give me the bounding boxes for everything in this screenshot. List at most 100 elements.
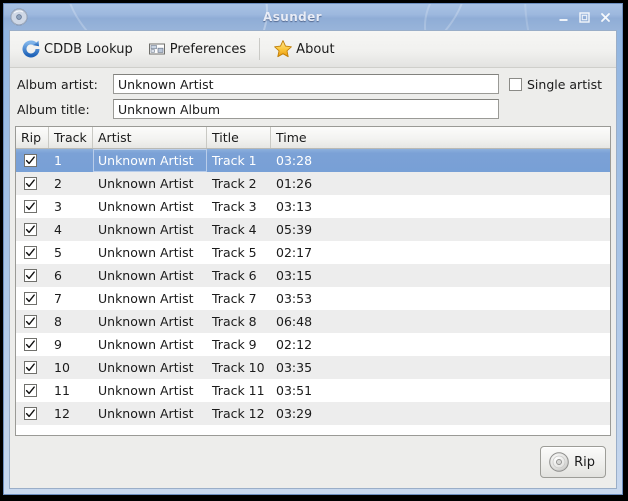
track-rip-cell[interactable] xyxy=(16,264,49,287)
track-row[interactable]: 11 Unknown Artist Track 11 03:51 xyxy=(16,379,610,402)
track-rip-cell[interactable] xyxy=(16,333,49,356)
rip-checkbox[interactable] xyxy=(24,269,37,282)
track-artist-cell[interactable]: Unknown Artist xyxy=(93,172,207,195)
track-rip-cell[interactable] xyxy=(16,218,49,241)
about-button[interactable]: About xyxy=(266,35,341,63)
track-title-cell[interactable]: Track 5 xyxy=(207,241,271,264)
track-time-cell[interactable]: 03:13 xyxy=(271,195,610,218)
track-title-cell[interactable]: Track 4 xyxy=(207,218,271,241)
rip-checkbox[interactable] xyxy=(24,338,37,351)
track-number-cell[interactable]: 7 xyxy=(49,287,93,310)
track-artist-cell[interactable]: Unknown Artist xyxy=(93,333,207,356)
rip-checkbox[interactable] xyxy=(24,384,37,397)
track-number-cell[interactable]: 3 xyxy=(49,195,93,218)
rip-checkbox[interactable] xyxy=(24,154,37,167)
track-title-cell[interactable]: Track 8 xyxy=(207,310,271,333)
track-row[interactable]: 10 Unknown Artist Track 10 03:35 xyxy=(16,356,610,379)
preferences-button[interactable]: Preferences xyxy=(140,35,253,63)
track-title-cell[interactable]: Track 12 xyxy=(207,402,271,425)
rip-button[interactable]: Rip xyxy=(540,446,606,478)
track-rip-cell[interactable] xyxy=(16,195,49,218)
single-artist-checkbox-box[interactable] xyxy=(509,77,522,91)
track-number-cell[interactable]: 6 xyxy=(49,264,93,287)
track-time-cell[interactable]: 03:15 xyxy=(271,264,610,287)
track-number-cell[interactable]: 10 xyxy=(49,356,93,379)
column-header-rip[interactable]: Rip xyxy=(16,127,49,148)
track-list[interactable]: Rip Track Artist Title Time 1 Unknown Art… xyxy=(15,126,611,436)
track-time-cell[interactable]: 05:39 xyxy=(271,218,610,241)
track-rip-cell[interactable] xyxy=(16,149,49,172)
track-rip-cell[interactable] xyxy=(16,310,49,333)
track-rip-cell[interactable] xyxy=(16,287,49,310)
track-artist-cell[interactable]: Unknown Artist xyxy=(93,356,207,379)
track-number-cell[interactable]: 4 xyxy=(49,218,93,241)
track-row[interactable]: 5 Unknown Artist Track 5 02:17 xyxy=(16,241,610,264)
track-time-cell[interactable]: 03:35 xyxy=(271,356,610,379)
track-artist-cell[interactable]: Unknown Artist xyxy=(93,149,207,172)
track-artist-cell[interactable]: Unknown Artist xyxy=(93,287,207,310)
track-row[interactable]: 4 Unknown Artist Track 4 05:39 xyxy=(16,218,610,241)
track-number-cell[interactable]: 2 xyxy=(49,172,93,195)
single-artist-checkbox[interactable]: Single artist xyxy=(509,77,602,92)
track-title-cell[interactable]: Track 7 xyxy=(207,287,271,310)
track-rip-cell[interactable] xyxy=(16,356,49,379)
track-artist-cell[interactable]: Unknown Artist xyxy=(93,310,207,333)
track-artist-cell[interactable]: Unknown Artist xyxy=(93,264,207,287)
track-row[interactable]: 8 Unknown Artist Track 8 06:48 xyxy=(16,310,610,333)
track-time-cell[interactable]: 03:29 xyxy=(271,402,610,425)
column-header-title[interactable]: Title xyxy=(207,127,271,148)
close-button[interactable] xyxy=(599,11,612,24)
track-number-cell[interactable]: 1 xyxy=(49,149,93,172)
track-artist-cell[interactable]: Unknown Artist xyxy=(93,218,207,241)
track-time-cell[interactable]: 02:12 xyxy=(271,333,610,356)
album-title-input[interactable] xyxy=(113,99,499,119)
track-number-cell[interactable]: 9 xyxy=(49,333,93,356)
track-artist-cell[interactable]: Unknown Artist xyxy=(93,195,207,218)
track-number-cell[interactable]: 11 xyxy=(49,379,93,402)
track-title-cell[interactable]: Track 3 xyxy=(207,195,271,218)
rip-checkbox[interactable] xyxy=(24,407,37,420)
track-time-cell[interactable]: 06:48 xyxy=(271,310,610,333)
column-header-time[interactable]: Time xyxy=(271,127,610,148)
minimize-button[interactable] xyxy=(557,11,570,24)
column-header-track[interactable]: Track xyxy=(49,127,93,148)
track-row[interactable]: 9 Unknown Artist Track 9 02:12 xyxy=(16,333,610,356)
track-row[interactable]: 3 Unknown Artist Track 3 03:13 xyxy=(16,195,610,218)
rip-checkbox[interactable] xyxy=(24,177,37,190)
track-artist-cell[interactable]: Unknown Artist xyxy=(93,241,207,264)
track-number-cell[interactable]: 8 xyxy=(49,310,93,333)
column-header-artist[interactable]: Artist xyxy=(93,127,207,148)
maximize-button[interactable] xyxy=(578,11,591,24)
track-title-cell[interactable]: Track 6 xyxy=(207,264,271,287)
track-artist-cell[interactable]: Unknown Artist xyxy=(93,379,207,402)
track-rip-cell[interactable] xyxy=(16,172,49,195)
track-title-cell[interactable]: Track 10 xyxy=(207,356,271,379)
track-row[interactable]: 1 Unknown Artist Track 1 03:28 xyxy=(16,149,610,172)
track-time-cell[interactable]: 03:28 xyxy=(271,149,610,172)
rip-checkbox[interactable] xyxy=(24,315,37,328)
rip-checkbox[interactable] xyxy=(24,246,37,259)
track-row[interactable]: 6 Unknown Artist Track 6 03:15 xyxy=(16,264,610,287)
rip-checkbox[interactable] xyxy=(24,292,37,305)
track-row[interactable]: 2 Unknown Artist Track 2 01:26 xyxy=(16,172,610,195)
track-title-cell[interactable]: Track 11 xyxy=(207,379,271,402)
rip-checkbox[interactable] xyxy=(24,223,37,236)
track-row[interactable]: 12 Unknown Artist Track 12 03:29 xyxy=(16,402,610,425)
track-time-cell[interactable]: 03:53 xyxy=(271,287,610,310)
track-row[interactable]: 7 Unknown Artist Track 7 03:53 xyxy=(16,287,610,310)
track-time-cell[interactable]: 01:26 xyxy=(271,172,610,195)
track-rip-cell[interactable] xyxy=(16,402,49,425)
cddb-lookup-button[interactable]: CDDB Lookup xyxy=(14,35,140,63)
track-title-cell[interactable]: Track 1 xyxy=(207,149,271,172)
title-bar[interactable]: Asunder xyxy=(4,4,622,30)
track-artist-cell[interactable]: Unknown Artist xyxy=(93,402,207,425)
track-time-cell[interactable]: 02:17 xyxy=(271,241,610,264)
rip-checkbox[interactable] xyxy=(24,200,37,213)
track-number-cell[interactable]: 12 xyxy=(49,402,93,425)
track-number-cell[interactable]: 5 xyxy=(49,241,93,264)
track-rip-cell[interactable] xyxy=(16,241,49,264)
track-time-cell[interactable]: 03:51 xyxy=(271,379,610,402)
rip-checkbox[interactable] xyxy=(24,361,37,374)
track-rip-cell[interactable] xyxy=(16,379,49,402)
album-artist-input[interactable] xyxy=(113,74,499,94)
